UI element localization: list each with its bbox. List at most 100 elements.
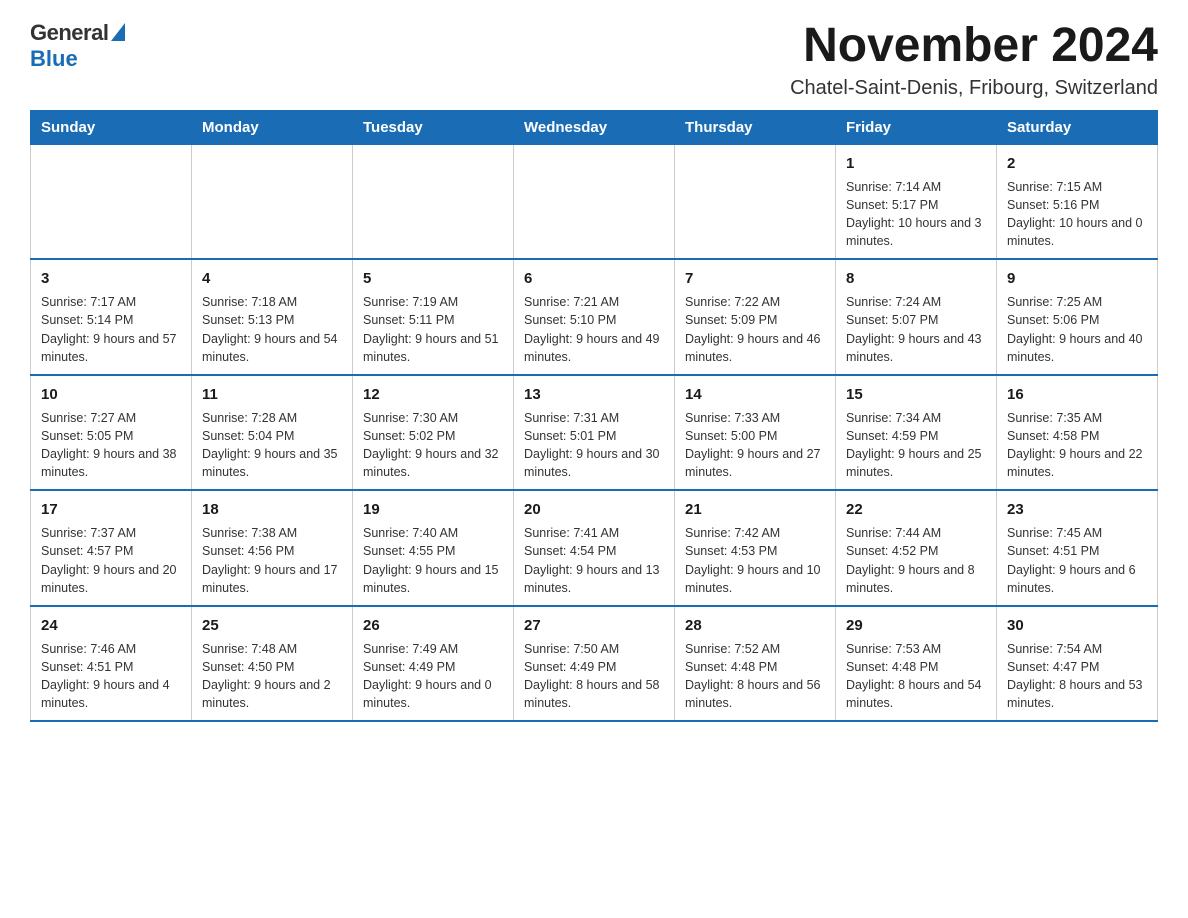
day-number: 12 — [363, 384, 503, 405]
day-number: 28 — [685, 615, 825, 636]
calendar-cell: 10 Sunrise: 7:27 AM Sunset: 5:05 PM Dayli… — [31, 375, 192, 491]
day-info: Sunrise: 7:19 AM Sunset: 5:11 PM Dayligh… — [363, 293, 503, 366]
day-info: Sunrise: 7:52 AM Sunset: 4:48 PM Dayligh… — [685, 640, 825, 713]
day-info: Sunrise: 7:34 AM Sunset: 4:59 PM Dayligh… — [846, 409, 986, 482]
day-number: 18 — [202, 499, 342, 520]
day-number: 14 — [685, 384, 825, 405]
calendar-cell — [675, 144, 836, 259]
calendar-header-friday: Friday — [836, 110, 997, 144]
day-number: 26 — [363, 615, 503, 636]
calendar-cell: 24Sunrise: 7:46 AM Sunset: 4:51 PM Dayli… — [31, 606, 192, 722]
calendar-header-monday: Monday — [192, 110, 353, 144]
calendar-cell: 2Sunrise: 7:15 AM Sunset: 5:16 PM Daylig… — [997, 144, 1158, 259]
calendar-cell: 20 Sunrise: 7:41 AM Sunset: 4:54 PM Dayli… — [514, 490, 675, 606]
day-number: 1 — [846, 153, 986, 174]
calendar-cell: 5 Sunrise: 7:19 AM Sunset: 5:11 PM Daylig… — [353, 259, 514, 375]
calendar-cell: 26 Sunrise: 7:49 AM Sunset: 4:49 PM Dayli… — [353, 606, 514, 722]
calendar-cell: 8Sunrise: 7:24 AM Sunset: 5:07 PM Daylig… — [836, 259, 997, 375]
day-info: Sunrise: 7:22 AM Sunset: 5:09 PM Dayligh… — [685, 293, 825, 366]
day-info: Sunrise: 7:37 AM Sunset: 4:57 PM Dayligh… — [41, 524, 181, 597]
calendar-cell: 30 Sunrise: 7:54 AM Sunset: 4:47 PM Dayli… — [997, 606, 1158, 722]
page-header: General Blue November 2024 Chatel-Saint-… — [30, 20, 1158, 100]
day-number: 17 — [41, 499, 181, 520]
day-info: Sunrise: 7:25 AM Sunset: 5:06 PM Dayligh… — [1007, 293, 1147, 366]
logo-general-text: General — [30, 20, 108, 46]
day-info: Sunrise: 7:45 AM Sunset: 4:51 PM Dayligh… — [1007, 524, 1147, 597]
day-info: Sunrise: 7:33 AM Sunset: 5:00 PM Dayligh… — [685, 409, 825, 482]
day-number: 22 — [846, 499, 986, 520]
day-info: Sunrise: 7:42 AM Sunset: 4:53 PM Dayligh… — [685, 524, 825, 597]
calendar-cell: 6Sunrise: 7:21 AM Sunset: 5:10 PM Daylig… — [514, 259, 675, 375]
day-info: Sunrise: 7:17 AM Sunset: 5:14 PM Dayligh… — [41, 293, 181, 366]
day-number: 24 — [41, 615, 181, 636]
calendar-cell: 22 Sunrise: 7:44 AM Sunset: 4:52 PM Dayli… — [836, 490, 997, 606]
calendar-table: SundayMondayTuesdayWednesdayThursdayFrid… — [30, 110, 1158, 723]
day-number: 13 — [524, 384, 664, 405]
calendar-cell: 19 Sunrise: 7:40 AM Sunset: 4:55 PM Dayli… — [353, 490, 514, 606]
day-number: 7 — [685, 268, 825, 289]
calendar-cell: 23 Sunrise: 7:45 AM Sunset: 4:51 PM Dayli… — [997, 490, 1158, 606]
calendar-cell: 3 Sunrise: 7:17 AM Sunset: 5:14 PM Daylig… — [31, 259, 192, 375]
calendar-cell: 15Sunrise: 7:34 AM Sunset: 4:59 PM Dayli… — [836, 375, 997, 491]
day-number: 29 — [846, 615, 986, 636]
day-info: Sunrise: 7:44 AM Sunset: 4:52 PM Dayligh… — [846, 524, 986, 597]
calendar-cell: 14 Sunrise: 7:33 AM Sunset: 5:00 PM Dayli… — [675, 375, 836, 491]
day-number: 6 — [524, 268, 664, 289]
page-title: November 2024 — [790, 20, 1158, 73]
calendar-header-tuesday: Tuesday — [353, 110, 514, 144]
day-info: Sunrise: 7:50 AM Sunset: 4:49 PM Dayligh… — [524, 640, 664, 713]
day-info: Sunrise: 7:41 AM Sunset: 4:54 PM Dayligh… — [524, 524, 664, 597]
day-number: 20 — [524, 499, 664, 520]
day-info: Sunrise: 7:27 AM Sunset: 5:05 PM Dayligh… — [41, 409, 181, 482]
day-info: Sunrise: 7:54 AM Sunset: 4:47 PM Dayligh… — [1007, 640, 1147, 713]
calendar-cell — [192, 144, 353, 259]
calendar-header-saturday: Saturday — [997, 110, 1158, 144]
day-info: Sunrise: 7:38 AM Sunset: 4:56 PM Dayligh… — [202, 524, 342, 597]
calendar-cell: 11Sunrise: 7:28 AM Sunset: 5:04 PM Dayli… — [192, 375, 353, 491]
logo-triangle-icon — [111, 23, 125, 41]
day-number: 3 — [41, 268, 181, 289]
day-info: Sunrise: 7:30 AM Sunset: 5:02 PM Dayligh… — [363, 409, 503, 482]
calendar-week-3: 10 Sunrise: 7:27 AM Sunset: 5:05 PM Dayli… — [31, 375, 1158, 491]
calendar-header-wednesday: Wednesday — [514, 110, 675, 144]
calendar-cell: 12 Sunrise: 7:30 AM Sunset: 5:02 PM Dayli… — [353, 375, 514, 491]
day-info: Sunrise: 7:31 AM Sunset: 5:01 PM Dayligh… — [524, 409, 664, 482]
calendar-header-thursday: Thursday — [675, 110, 836, 144]
logo-blue-text: Blue — [30, 46, 78, 72]
day-number: 21 — [685, 499, 825, 520]
calendar-cell: 27 Sunrise: 7:50 AM Sunset: 4:49 PM Dayli… — [514, 606, 675, 722]
day-info: Sunrise: 7:15 AM Sunset: 5:16 PM Dayligh… — [1007, 178, 1147, 251]
page-subtitle: Chatel-Saint-Denis, Fribourg, Switzerlan… — [790, 77, 1158, 100]
day-number: 19 — [363, 499, 503, 520]
day-number: 30 — [1007, 615, 1147, 636]
day-info: Sunrise: 7:14 AM Sunset: 5:17 PM Dayligh… — [846, 178, 986, 251]
day-number: 10 — [41, 384, 181, 405]
day-number: 25 — [202, 615, 342, 636]
logo: General Blue — [30, 20, 125, 72]
calendar-cell: 25 Sunrise: 7:48 AM Sunset: 4:50 PM Dayli… — [192, 606, 353, 722]
calendar-cell — [31, 144, 192, 259]
day-number: 5 — [363, 268, 503, 289]
day-info: Sunrise: 7:28 AM Sunset: 5:04 PM Dayligh… — [202, 409, 342, 482]
calendar-cell — [353, 144, 514, 259]
day-number: 8 — [846, 268, 986, 289]
day-info: Sunrise: 7:53 AM Sunset: 4:48 PM Dayligh… — [846, 640, 986, 713]
day-info: Sunrise: 7:18 AM Sunset: 5:13 PM Dayligh… — [202, 293, 342, 366]
calendar-cell: 7 Sunrise: 7:22 AM Sunset: 5:09 PM Daylig… — [675, 259, 836, 375]
title-block: November 2024 Chatel-Saint-Denis, Fribou… — [790, 20, 1158, 100]
calendar-cell: 9Sunrise: 7:25 AM Sunset: 5:06 PM Daylig… — [997, 259, 1158, 375]
day-number: 4 — [202, 268, 342, 289]
calendar-header-sunday: Sunday — [31, 110, 192, 144]
calendar-cell: 29 Sunrise: 7:53 AM Sunset: 4:48 PM Dayli… — [836, 606, 997, 722]
calendar-cell: 1 Sunrise: 7:14 AM Sunset: 5:17 PM Daylig… — [836, 144, 997, 259]
day-info: Sunrise: 7:40 AM Sunset: 4:55 PM Dayligh… — [363, 524, 503, 597]
day-number: 23 — [1007, 499, 1147, 520]
day-info: Sunrise: 7:48 AM Sunset: 4:50 PM Dayligh… — [202, 640, 342, 713]
day-info: Sunrise: 7:49 AM Sunset: 4:49 PM Dayligh… — [363, 640, 503, 713]
calendar-cell: 16Sunrise: 7:35 AM Sunset: 4:58 PM Dayli… — [997, 375, 1158, 491]
calendar-week-5: 24Sunrise: 7:46 AM Sunset: 4:51 PM Dayli… — [31, 606, 1158, 722]
day-number: 27 — [524, 615, 664, 636]
calendar-week-2: 3 Sunrise: 7:17 AM Sunset: 5:14 PM Daylig… — [31, 259, 1158, 375]
calendar-week-4: 17 Sunrise: 7:37 AM Sunset: 4:57 PM Dayli… — [31, 490, 1158, 606]
calendar-cell: 28 Sunrise: 7:52 AM Sunset: 4:48 PM Dayli… — [675, 606, 836, 722]
